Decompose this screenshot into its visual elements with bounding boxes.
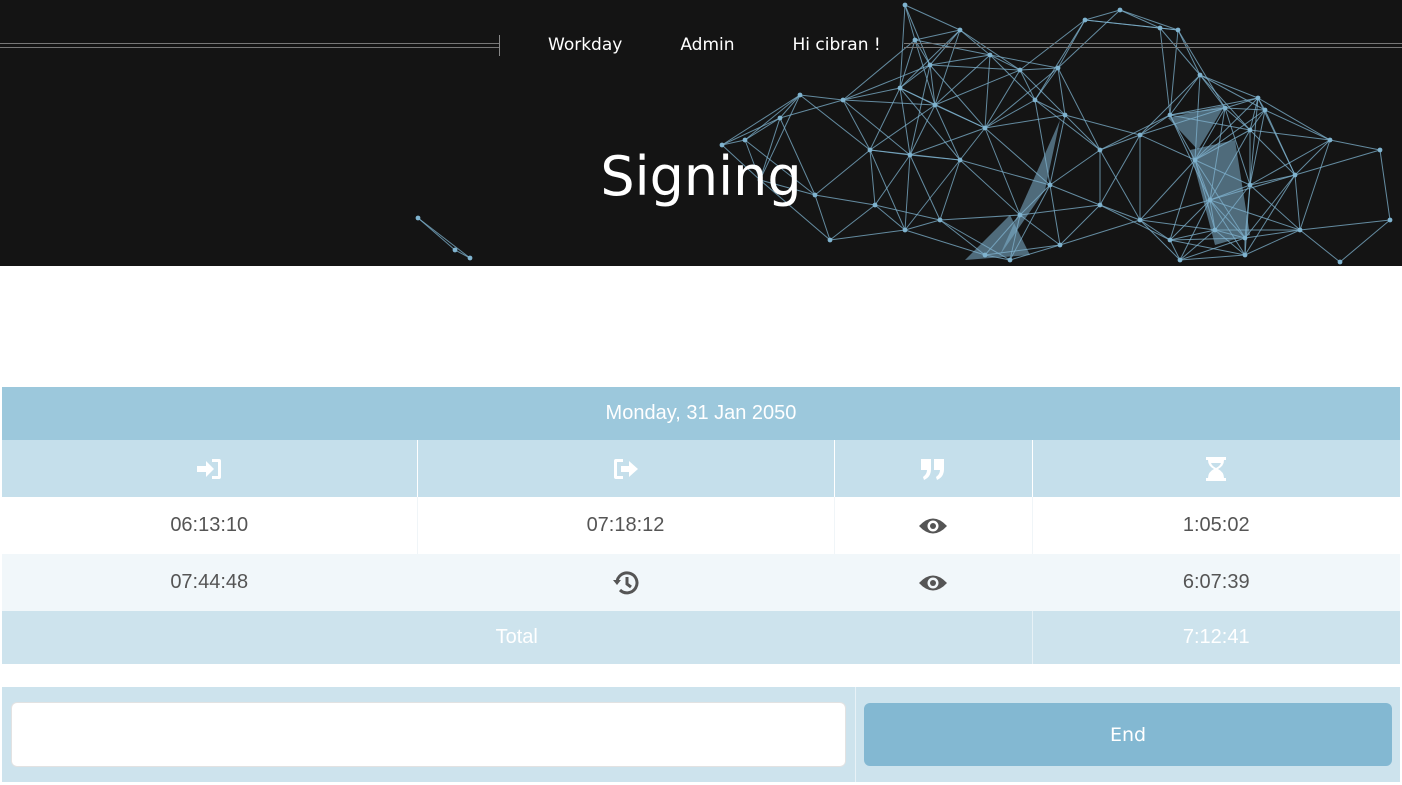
date-header-row: Monday, 31 Jan 2050 bbox=[2, 387, 1400, 440]
end-button[interactable]: End bbox=[864, 703, 1392, 766]
history-icon[interactable] bbox=[612, 570, 640, 596]
note-cell bbox=[833, 554, 1032, 611]
nav-rule-right bbox=[904, 43, 1402, 48]
hourglass-icon bbox=[1206, 456, 1227, 481]
total-value: 7:12:41 bbox=[1031, 611, 1400, 664]
table-row: 06:13:10 07:18:12 1:05:02 bbox=[2, 497, 1400, 554]
sign-in-time: 06:13:10 bbox=[2, 497, 417, 554]
column-sign-out bbox=[416, 440, 834, 497]
nav-user-greeting[interactable]: Hi cibran ! bbox=[793, 34, 881, 56]
comment-wrapper bbox=[2, 687, 856, 782]
eye-icon[interactable] bbox=[918, 573, 948, 593]
total-row: Total 7:12:41 bbox=[2, 611, 1400, 664]
signing-form: End bbox=[2, 687, 1400, 782]
duration-value: 6:07:39 bbox=[1031, 554, 1400, 611]
sign-out-icon bbox=[613, 458, 638, 479]
page-title: Signing bbox=[600, 145, 802, 208]
sign-out-cell bbox=[416, 554, 834, 611]
column-notes bbox=[833, 440, 1032, 497]
eye-icon[interactable] bbox=[918, 516, 948, 536]
quote-icon bbox=[921, 458, 944, 480]
nav-workday-link[interactable]: Workday bbox=[548, 34, 622, 56]
duration-value: 1:05:02 bbox=[1031, 497, 1400, 554]
nav-admin-link[interactable]: Admin bbox=[680, 34, 734, 56]
page-header: Workday Admin Hi cibran ! Signing bbox=[0, 0, 1402, 266]
comment-input[interactable] bbox=[11, 702, 846, 767]
column-sign-in bbox=[2, 440, 417, 497]
top-nav: Workday Admin Hi cibran ! bbox=[548, 34, 881, 56]
end-wrapper: End bbox=[856, 687, 1400, 782]
note-cell bbox=[833, 497, 1032, 554]
column-icon-row bbox=[2, 440, 1400, 497]
table-row: 07:44:48 6:07:39 bbox=[2, 554, 1400, 611]
total-label: Total bbox=[2, 611, 1032, 664]
column-duration bbox=[1031, 440, 1400, 497]
date-label: Monday, 31 Jan 2050 bbox=[2, 387, 1400, 440]
sign-in-icon bbox=[197, 458, 222, 479]
signing-table: Monday, 31 Jan 2050 06:13:10 07:18:12 1:… bbox=[2, 387, 1400, 664]
nav-rule-left bbox=[0, 43, 499, 48]
nav-rule-tick bbox=[499, 35, 500, 56]
sign-in-time: 07:44:48 bbox=[2, 554, 417, 611]
sign-out-time: 07:18:12 bbox=[416, 497, 834, 554]
